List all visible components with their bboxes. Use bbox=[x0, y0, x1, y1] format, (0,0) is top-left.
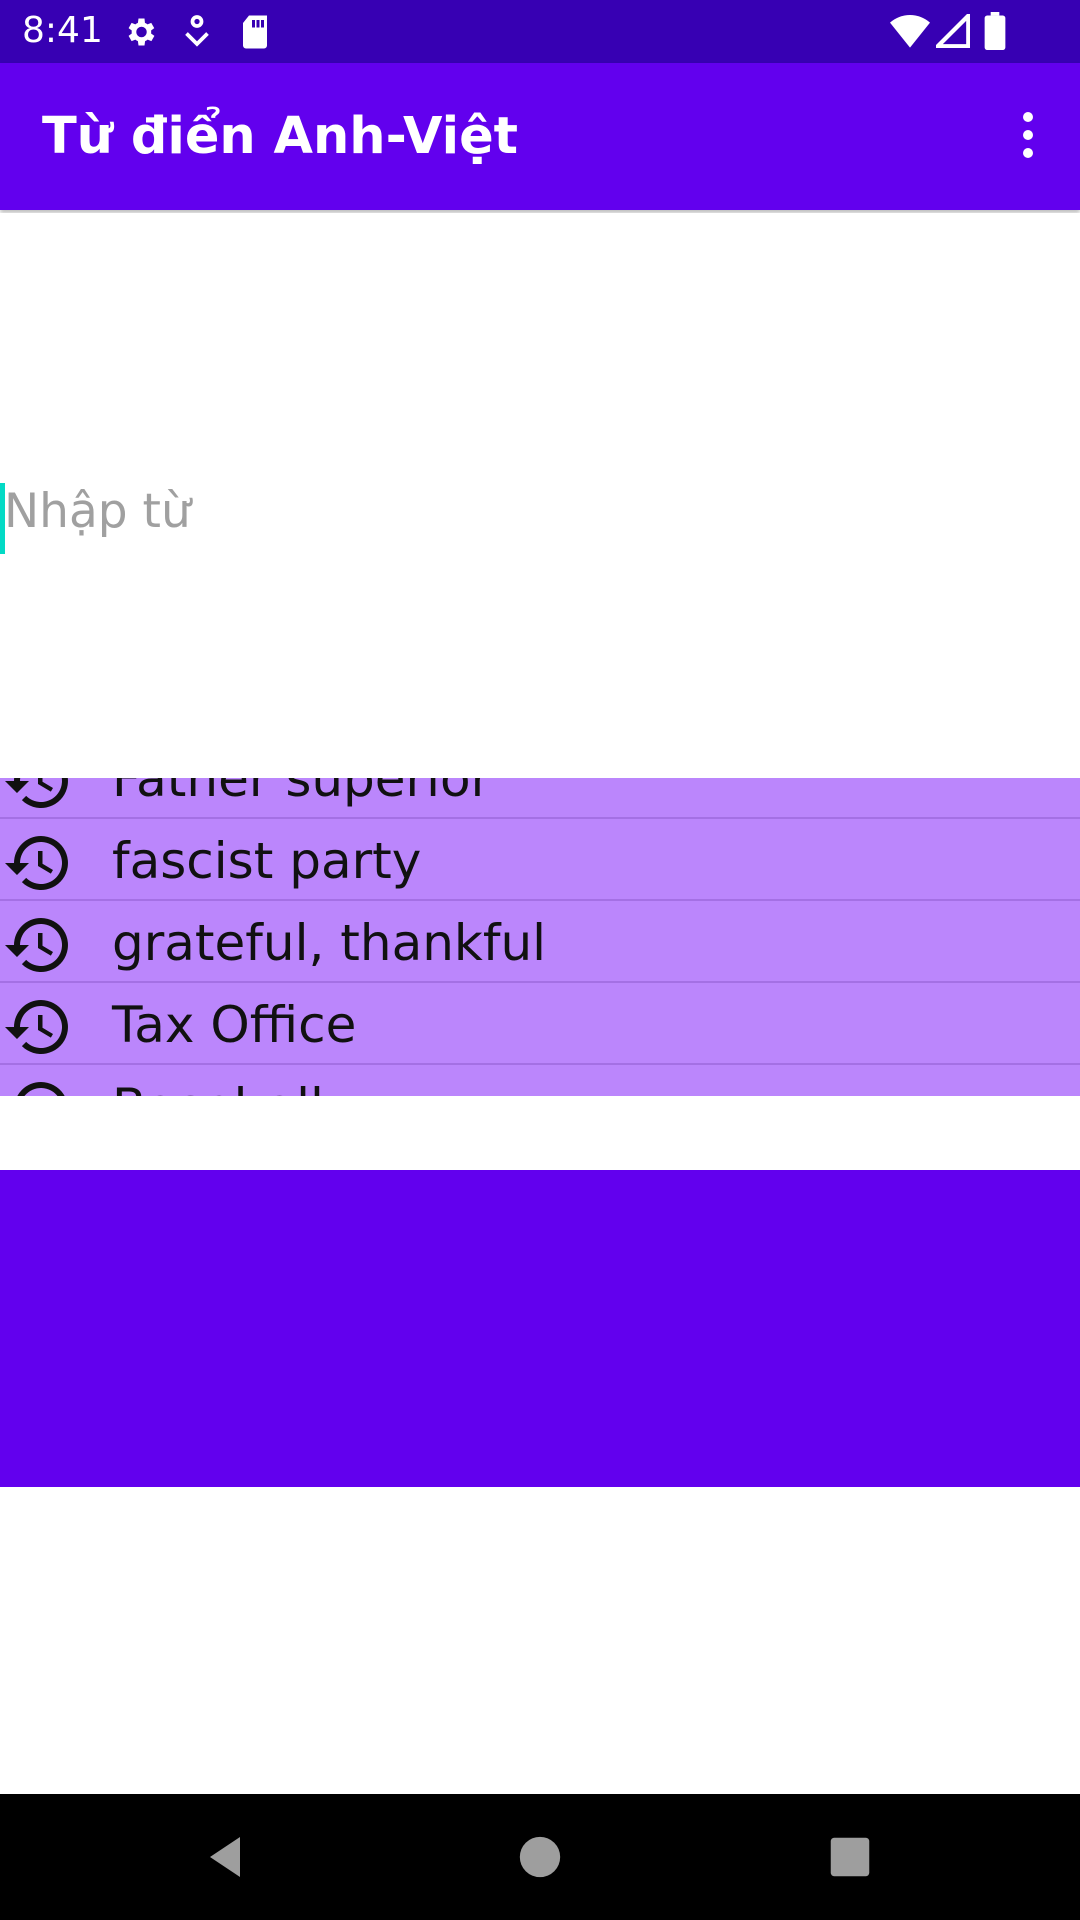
more-vert-icon bbox=[1023, 112, 1033, 122]
history-icon bbox=[2, 827, 74, 899]
history-item[interactable]: Father superior bbox=[0, 778, 1080, 819]
history-icon bbox=[2, 991, 74, 1063]
search-input[interactable] bbox=[0, 471, 1004, 551]
history-item[interactable]: Baseball bbox=[0, 1065, 1080, 1096]
status-bar: 8:41 bbox=[0, 0, 1080, 63]
sd-card-icon bbox=[240, 14, 270, 54]
search-area bbox=[0, 213, 1080, 778]
history-item-label: Tax Office bbox=[112, 996, 357, 1054]
signal-icon bbox=[932, 10, 971, 52]
recents-icon bbox=[830, 1837, 870, 1877]
history-item-label: Father superior bbox=[112, 778, 492, 808]
notification-icon bbox=[182, 14, 212, 54]
history-item-label: Baseball bbox=[112, 1079, 324, 1096]
history-item-label: fascist party bbox=[112, 832, 422, 890]
battery-icon bbox=[984, 12, 1006, 54]
back-icon bbox=[210, 1837, 240, 1877]
result-panel bbox=[0, 1170, 1080, 1487]
app-bar: Từ điển Anh-Việt bbox=[0, 63, 1080, 210]
history-icon bbox=[2, 778, 74, 817]
recents-button[interactable] bbox=[820, 1827, 880, 1887]
home-icon bbox=[519, 1836, 561, 1878]
status-time: 8:41 bbox=[22, 10, 103, 51]
settings-icon bbox=[122, 14, 158, 54]
history-icon bbox=[2, 909, 74, 981]
navigation-bar bbox=[0, 1794, 1080, 1920]
wifi-icon bbox=[890, 14, 930, 52]
history-item[interactable]: grateful, thankful bbox=[0, 901, 1080, 983]
app-title: Từ điển Anh-Việt bbox=[42, 107, 519, 166]
history-icon bbox=[2, 1073, 74, 1096]
history-item-label: grateful, thankful bbox=[112, 914, 547, 972]
back-button[interactable] bbox=[196, 1827, 256, 1887]
home-button[interactable] bbox=[510, 1827, 570, 1887]
history-item[interactable]: Tax Office bbox=[0, 983, 1080, 1065]
more-options-button[interactable] bbox=[996, 103, 1060, 167]
more-vert-icon-dot bbox=[1023, 130, 1033, 140]
history-list[interactable]: Father superior fascist party grateful, th… bbox=[0, 778, 1080, 1096]
history-item[interactable]: fascist party bbox=[0, 819, 1080, 901]
more-vert-icon-dot bbox=[1023, 148, 1033, 158]
